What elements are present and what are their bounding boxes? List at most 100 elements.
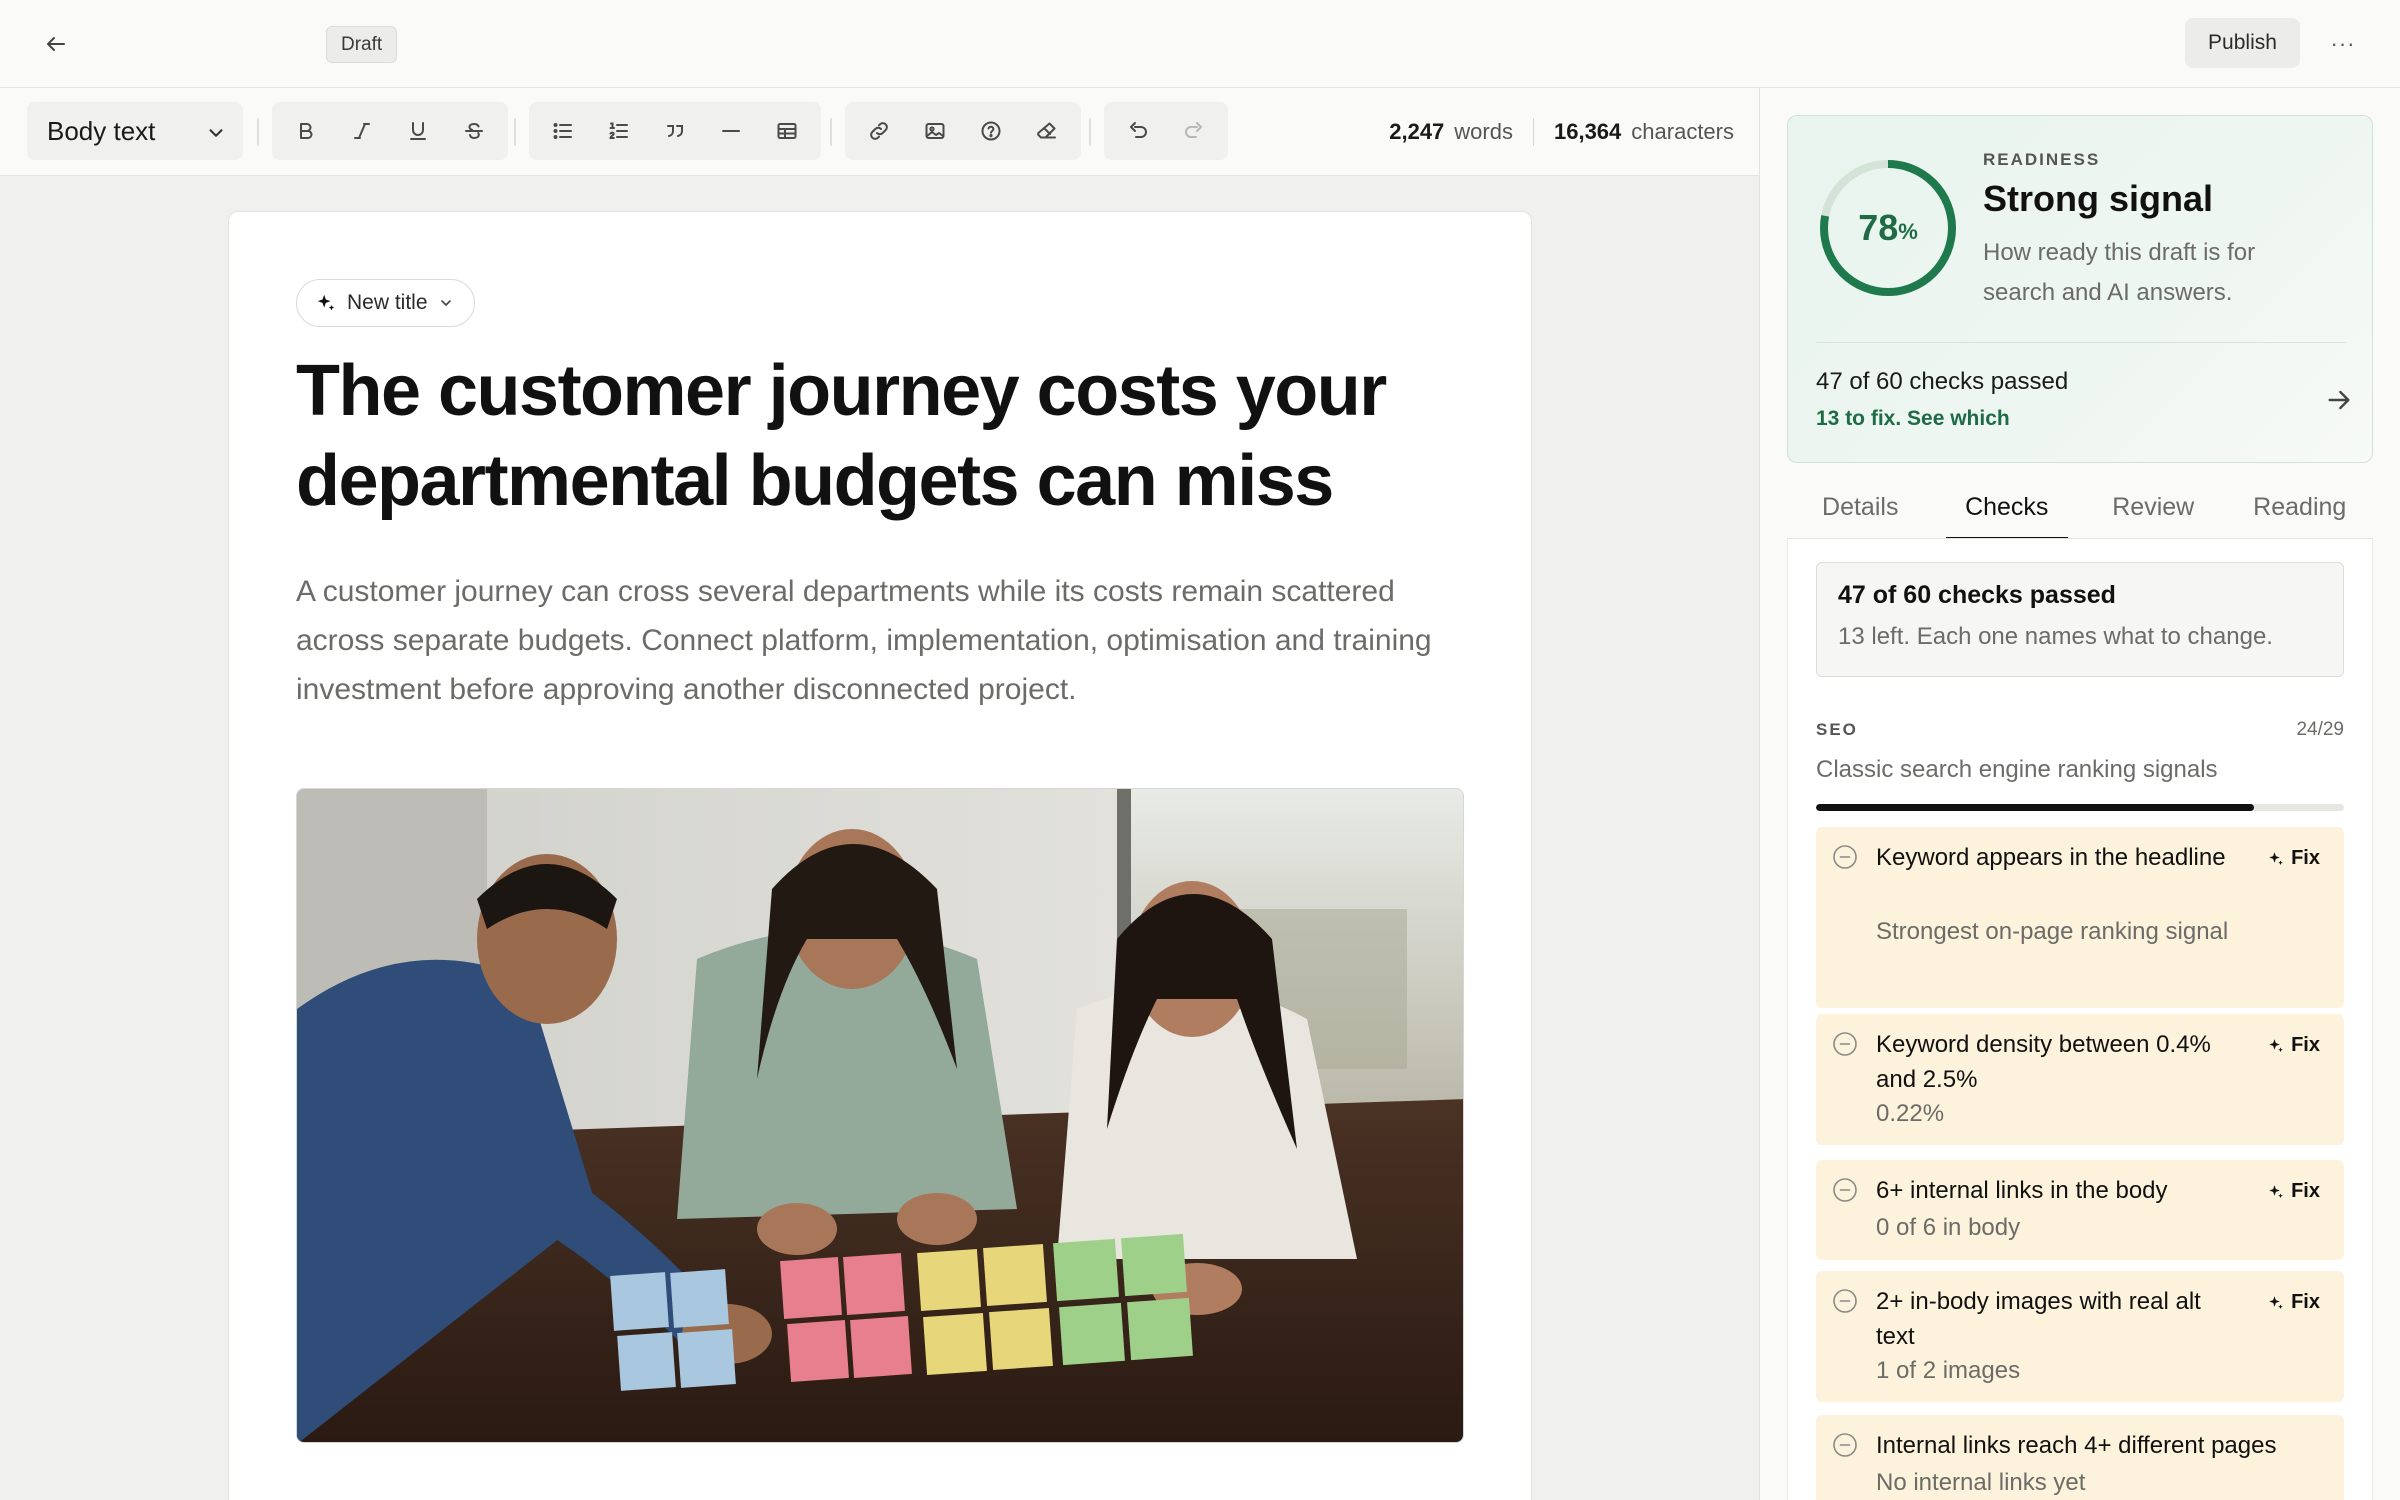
check-item[interactable]: Keyword density between 0.4% and 2.5% 0.…: [1816, 1014, 2344, 1145]
checks-passed-text: 47 of 60 checks passed: [1816, 368, 2069, 395]
italic-icon: [354, 123, 370, 139]
sparkle-icon: [2269, 1038, 2283, 1052]
minus-circle-icon: [1833, 845, 1857, 869]
readiness-description: How ready this draft is for search and A…: [1983, 239, 2256, 306]
undo-button[interactable]: [1110, 107, 1166, 155]
sparkle-icon: [2269, 1295, 2283, 1309]
sparkle-icon: [2269, 851, 2283, 865]
back-button[interactable]: [34, 24, 78, 64]
document-title[interactable]: The customer journey costs your departme…: [296, 346, 1436, 526]
bold-icon: [300, 123, 313, 139]
readiness-title: Strong signal: [1983, 178, 2214, 219]
toolbar-divider: [830, 118, 832, 146]
horizontal-rule-icon: [722, 130, 740, 132]
check-title: 6+ internal links in the body: [1876, 1177, 2168, 1204]
readiness-eyebrow: READINESS: [1983, 150, 2101, 169]
checks-summary-subtitle: 13 left. Each one names what to change.: [1838, 623, 2273, 650]
chevron-down-icon: [440, 300, 451, 306]
publish-button[interactable]: Publish: [2185, 18, 2300, 68]
help-button[interactable]: [963, 107, 1019, 155]
toolbar-divider: [514, 118, 516, 146]
underline-button[interactable]: [390, 107, 446, 155]
checks-summary: 47 of 60 checks passed 13 left. Each one…: [1816, 562, 2344, 677]
article-image[interactable]: [296, 788, 1464, 1443]
numbered-list-button[interactable]: [591, 107, 647, 155]
check-title: 2+ in-body images with real alt text: [1876, 1288, 2201, 1350]
tab-details[interactable]: Details: [1787, 476, 1934, 538]
block-format-group: [529, 102, 821, 160]
check-item[interactable]: Keyword appears in the headline Stronges…: [1816, 827, 2344, 1008]
image-button[interactable]: [907, 107, 963, 155]
formatting-toolbar: Body text 2,247 words 16,364 characters: [0, 88, 1760, 176]
readiness-score-value: 78: [1858, 207, 1899, 248]
link-icon: [870, 122, 888, 140]
bold-button[interactable]: [278, 107, 334, 155]
fix-label: Fix: [2291, 1291, 2320, 1313]
check-item[interactable]: 2+ in-body images with real alt text 1 o…: [1816, 1271, 2344, 1402]
fix-button[interactable]: Fix: [2267, 1034, 2320, 1057]
check-subtitle: 0 of 6 in body: [1876, 1214, 2021, 1241]
check-title: Keyword appears in the headline: [1876, 844, 2226, 871]
image-icon: [925, 123, 945, 139]
insert-group: [845, 102, 1081, 160]
character-count: 16,364: [1553, 119, 1622, 144]
table-button[interactable]: [759, 107, 815, 155]
section-progress-bar: [1816, 804, 2344, 811]
underline-icon: [410, 122, 426, 140]
bullet-list-button[interactable]: [535, 107, 591, 155]
document-lede[interactable]: A customer journey can cross several dep…: [296, 567, 1436, 714]
fix-label: Fix: [2291, 847, 2320, 869]
undo-icon: [1130, 122, 1147, 138]
chevron-down-icon: [209, 129, 223, 137]
document-stats: 2,247 words 16,364 characters: [1389, 88, 1734, 176]
redo-button[interactable]: [1166, 107, 1222, 155]
stats-divider: [1532, 118, 1534, 146]
readiness-card: 78% READINESS Strong signal How ready th…: [1787, 115, 2373, 463]
tab-checks[interactable]: Checks: [1934, 476, 2081, 540]
section-description: Classic search engine ranking signals: [1816, 756, 2218, 783]
text-style-value: Body text: [47, 115, 156, 146]
clear-format-button[interactable]: [1019, 107, 1075, 155]
new-title-label: New title: [347, 291, 428, 314]
readiness-score: 78%: [1816, 156, 1960, 300]
readiness-score-suffix: %: [1898, 219, 1918, 244]
history-group: [1104, 102, 1228, 160]
minus-circle-icon: [1833, 1178, 1857, 1202]
team-workshop-illustration: [297, 789, 1463, 1442]
new-title-button[interactable]: New title: [296, 279, 475, 327]
tab-reading[interactable]: Reading: [2227, 476, 2374, 538]
divider-button[interactable]: [703, 107, 759, 155]
panel-tabs: Details Checks Review Reading: [1787, 476, 2374, 540]
minus-circle-icon: [1833, 1032, 1857, 1056]
checks-list[interactable]: 47 of 60 checks passed 13 left. Each one…: [1787, 539, 2373, 1500]
text-style-select[interactable]: Body text: [27, 102, 243, 160]
fix-button[interactable]: Fix: [2267, 1291, 2320, 1314]
see-fixes-link[interactable]: 13 to fix. See which: [1816, 407, 2010, 431]
readiness-panel: 78% READINESS Strong signal How ready th…: [1760, 88, 2400, 1500]
quote-button[interactable]: [647, 107, 703, 155]
section-count: 24/29: [2296, 719, 2344, 740]
fix-button[interactable]: Fix: [2267, 847, 2320, 870]
document-page[interactable]: New title The customer journey costs you…: [228, 211, 1532, 1500]
check-subtitle: 0.22%: [1876, 1100, 1945, 1127]
tab-review[interactable]: Review: [2080, 476, 2227, 538]
top-bar: Draft Publish ···: [0, 0, 2400, 88]
bullet-list-icon: [553, 123, 572, 139]
toolbar-divider: [1089, 118, 1091, 146]
link-button[interactable]: [851, 107, 907, 155]
italic-button[interactable]: [334, 107, 390, 155]
character-count-label: characters: [1631, 119, 1734, 144]
strikethrough-button[interactable]: [446, 107, 502, 155]
check-item[interactable]: 6+ internal links in the body 0 of 6 in …: [1816, 1160, 2344, 1260]
check-subtitle: 1 of 2 images: [1876, 1357, 2021, 1384]
check-item[interactable]: Internal links reach 4+ different pages …: [1816, 1415, 2344, 1500]
sparkle-icon: [317, 294, 335, 311]
section-progress-fill: [1816, 804, 2255, 811]
quote-icon: [667, 125, 683, 137]
section-eyebrow: SEO: [1816, 720, 1858, 739]
status-badge: Draft: [326, 26, 398, 63]
arrow-right-icon[interactable]: [2323, 384, 2355, 416]
more-options-button[interactable]: ···: [2320, 24, 2366, 64]
fix-button[interactable]: Fix: [2267, 1180, 2320, 1203]
question-circle-icon: [981, 121, 1001, 141]
